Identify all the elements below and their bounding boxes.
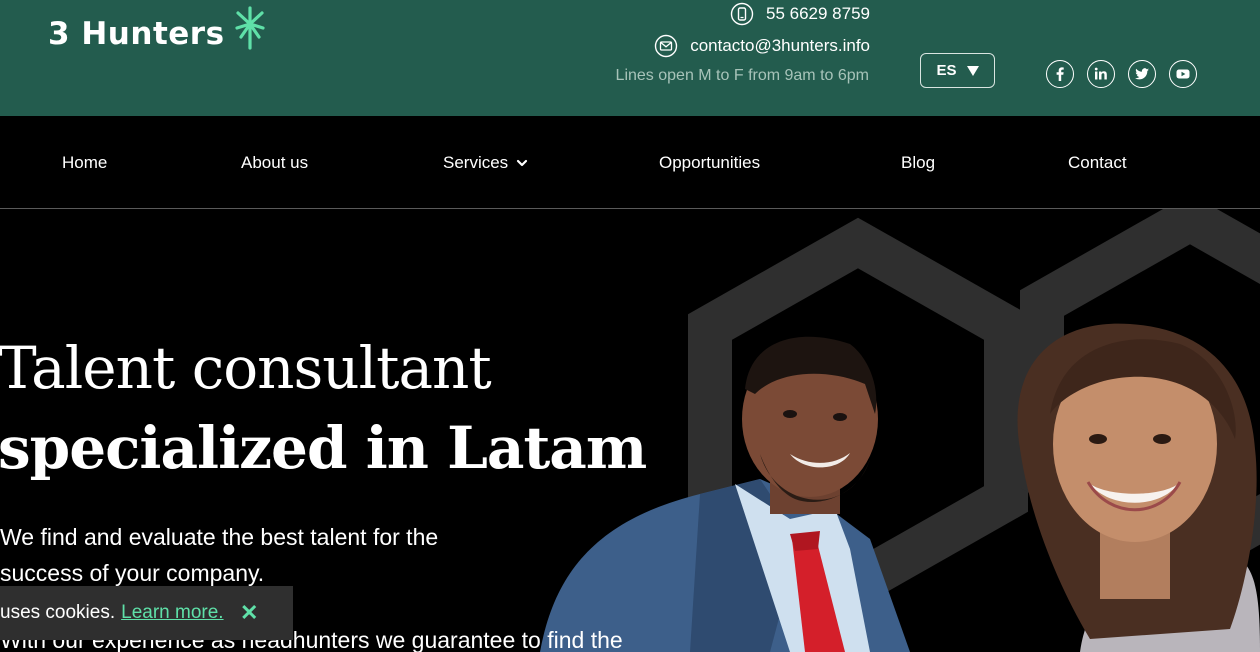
hero-title-line-2: specialized in Latam bbox=[0, 414, 647, 482]
main-navigation: Home About us Services Opportunities Blo… bbox=[0, 116, 1260, 209]
phone-icon bbox=[730, 2, 754, 26]
logo-text: 3 Hunters bbox=[48, 16, 225, 52]
nav-about-us[interactable]: About us bbox=[241, 153, 308, 173]
cookie-learn-more-link[interactable]: Learn more. bbox=[121, 602, 223, 624]
hero-title-line-1: Talent consultant bbox=[0, 334, 492, 402]
twitter-icon[interactable] bbox=[1128, 60, 1156, 88]
phone-number: 55 6629 8759 bbox=[766, 4, 870, 23]
language-label: ES bbox=[936, 62, 957, 79]
office-hours: Lines open M to F from 9am to 6pm bbox=[615, 67, 869, 84]
logo[interactable]: 3 Hunters bbox=[48, 6, 267, 54]
youtube-icon[interactable] bbox=[1169, 60, 1197, 88]
mail-icon bbox=[654, 34, 678, 58]
top-bar: 3 Hunters 55 6629 8759 contacto@3hunters… bbox=[0, 0, 1260, 116]
cookie-text: uses cookies. bbox=[0, 602, 116, 623]
facebook-icon[interactable] bbox=[1046, 60, 1074, 88]
nav-opportunities[interactable]: Opportunities bbox=[659, 153, 760, 173]
nav-blog[interactable]: Blog bbox=[901, 153, 935, 173]
nav-contact[interactable]: Contact bbox=[1068, 153, 1127, 173]
cookie-banner: uses cookies. Learn more. ✕ bbox=[0, 586, 293, 640]
linkedin-icon[interactable] bbox=[1087, 60, 1115, 88]
nav-home[interactable]: Home bbox=[62, 153, 107, 173]
hero-subtitle: We find and evaluate the best talent for… bbox=[0, 524, 439, 586]
email-contact[interactable]: contacto@3hunters.info bbox=[654, 34, 870, 58]
email-address: contacto@3hunters.info bbox=[690, 36, 870, 55]
caret-down-icon bbox=[966, 65, 979, 76]
language-selector[interactable]: ES bbox=[920, 53, 995, 88]
asterisk-logo-icon bbox=[234, 6, 265, 50]
nav-services-label: Services bbox=[443, 153, 509, 172]
nav-services[interactable]: Services bbox=[443, 153, 528, 173]
phone-contact[interactable]: 55 6629 8759 bbox=[730, 2, 870, 26]
chevron-down-icon bbox=[517, 159, 528, 167]
close-icon[interactable]: ✕ bbox=[240, 600, 258, 626]
